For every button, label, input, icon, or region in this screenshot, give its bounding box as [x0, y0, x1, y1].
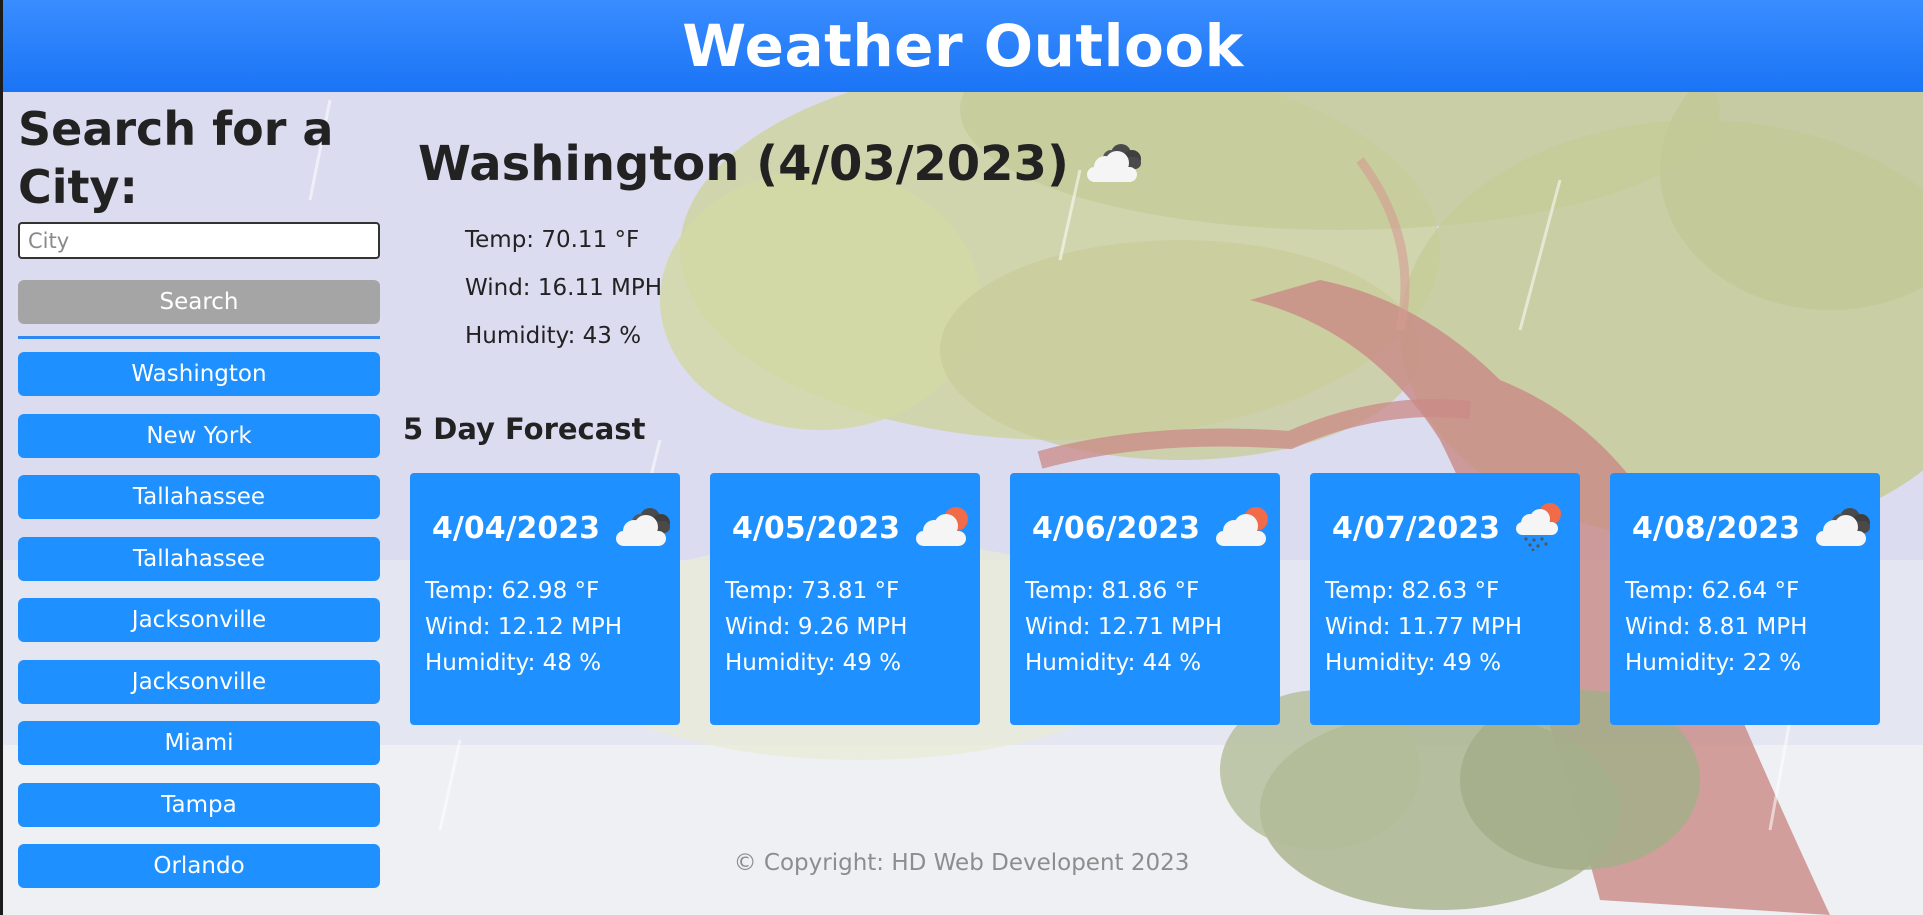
forecast-card: 4/07/2023 Temp: 82.63 °F Wind: 11.77 MPH [1310, 473, 1580, 725]
sidebar-divider [18, 336, 380, 339]
current-city-date: Washington (4/03/2023) [418, 136, 1069, 192]
cloudy-icon [612, 503, 678, 553]
forecast-humidity: Humidity: 49 % [725, 650, 902, 676]
forecast-card: 4/06/2023 Temp: 81.86 °F Wind: 12.71 MPH… [1010, 473, 1280, 725]
forecast-date: 4/08/2023 [1632, 510, 1801, 546]
history-button[interactable]: Jacksonville [18, 598, 380, 642]
forecast-date: 4/05/2023 [732, 510, 901, 546]
forecast-wind: Wind: 9.26 MPH [725, 614, 908, 640]
app-header: Weather Outlook [3, 0, 1923, 92]
forecast-temp: Temp: 73.81 °F [725, 578, 900, 604]
history-button[interactable]: Tallahassee [18, 536, 380, 581]
current-weather-header: Washington (4/03/2023) [418, 132, 1149, 196]
current-stats: Temp: 70.11 °F Wind: 16.11 MPH Humidity:… [465, 216, 1149, 360]
forecast-temp: Temp: 62.98 °F [425, 578, 600, 604]
forecast-wind: Wind: 12.12 MPH [425, 614, 623, 640]
search-history-list: Washington New York Tallahassee Tallahas… [18, 352, 380, 888]
forecast-cards: 4/04/2023 Temp: 62.98 °F Wind: 12.12 MPH… [410, 473, 1880, 725]
forecast-humidity: Humidity: 44 % [1025, 650, 1202, 676]
history-button[interactable]: New York [18, 413, 380, 458]
forecast-temp: Temp: 62.64 °F [1625, 578, 1800, 604]
forecast-temp: Temp: 81.86 °F [1025, 578, 1200, 604]
forecast-card: 4/04/2023 Temp: 62.98 °F Wind: 12.12 MPH… [410, 473, 680, 725]
forecast-date: 4/04/2023 [432, 510, 601, 546]
history-button[interactable]: Jacksonville [18, 659, 380, 704]
search-button[interactable]: Search [18, 280, 380, 324]
current-humidity: Humidity: 43 % [465, 323, 642, 349]
sidebar: Search for a City: Search Washington New… [18, 100, 380, 906]
partly-sunny-icon [1212, 503, 1278, 553]
cloudy-icon [1083, 139, 1149, 189]
current-weather: Washington (4/03/2023) Temp: 70.11 °F Wi… [418, 132, 1149, 360]
forecast-date: 4/07/2023 [1332, 510, 1501, 546]
page-title: Weather Outlook [682, 12, 1244, 80]
forecast-temp: Temp: 82.63 °F [1325, 578, 1500, 604]
rain-sun-icon [1512, 501, 1578, 555]
forecast-humidity: Humidity: 49 % [1325, 650, 1502, 676]
footer-copyright: © Copyright: HD Web Developent 2023 [733, 850, 1190, 876]
forecast-card: 4/05/2023 Temp: 73.81 °F Wind: 9.26 MPH … [710, 473, 980, 725]
forecast-humidity: Humidity: 22 % [1625, 650, 1802, 676]
partly-sunny-icon [912, 503, 978, 553]
forecast-title: 5 Day Forecast [403, 412, 646, 446]
forecast-wind: Wind: 12.71 MPH [1025, 614, 1223, 640]
forecast-date: 4/06/2023 [1032, 510, 1201, 546]
search-heading: Search for a City: [18, 102, 334, 214]
forecast-wind: Wind: 11.77 MPH [1325, 614, 1523, 640]
forecast-wind: Wind: 8.81 MPH [1625, 614, 1808, 640]
history-button[interactable]: Washington [18, 352, 380, 396]
cloudy-icon [1812, 503, 1878, 553]
history-button[interactable]: Miami [18, 721, 380, 765]
current-wind: Wind: 16.11 MPH [465, 275, 663, 301]
window-edge [0, 0, 3, 915]
history-button[interactable]: Tallahassee [18, 475, 380, 519]
current-temp: Temp: 70.11 °F [465, 227, 640, 253]
forecast-humidity: Humidity: 48 % [425, 650, 602, 676]
city-search-input[interactable] [18, 222, 380, 259]
history-button[interactable]: Tampa [18, 782, 380, 827]
forecast-card: 4/08/2023 Temp: 62.64 °F Wind: 8.81 MPH … [1610, 473, 1880, 725]
